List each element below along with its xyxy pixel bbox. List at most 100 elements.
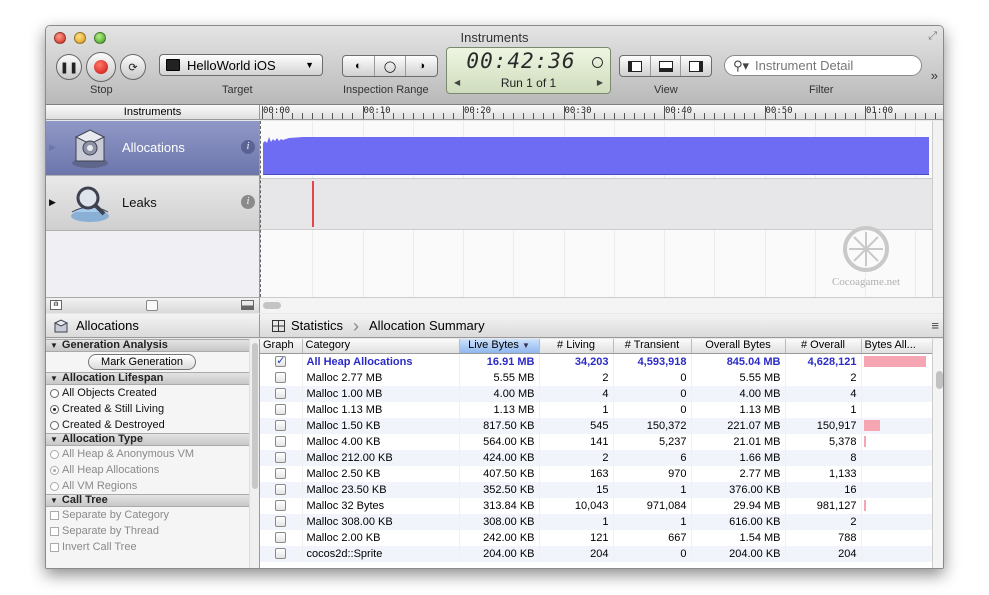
column-header-category[interactable]: Category <box>302 339 460 354</box>
detail-toggle-icon[interactable] <box>241 300 254 310</box>
ruler-tick <box>784 113 786 119</box>
graph-checkbox[interactable] <box>275 436 287 447</box>
table-row[interactable]: cocos2d::Sprite 204.00 KB 204 0 204.00 KB 204 <box>260 545 932 562</box>
ruler-tick <box>553 113 555 119</box>
graph-checkbox[interactable] <box>275 388 287 399</box>
mark-generation-button[interactable]: Mark Generation <box>88 354 196 370</box>
graph-checkbox[interactable] <box>275 404 287 415</box>
table-row[interactable]: Malloc 2.77 MB 5.55 MB 2 0 5.55 MB 2 <box>260 369 932 386</box>
invert-call-tree-checkbox[interactable]: Invert Call Tree <box>46 539 259 555</box>
column-header-living[interactable]: # Living <box>539 339 614 354</box>
graph-checkbox[interactable] <box>275 532 287 543</box>
breadcrumb-current[interactable]: Allocation Summary <box>369 318 485 333</box>
type-vm-regions-radio[interactable]: All VM Regions <box>46 478 259 494</box>
section-generation-analysis[interactable]: ▼ Generation Analysis <box>46 339 259 352</box>
leak-marker[interactable] <box>312 181 314 227</box>
table-row[interactable]: Malloc 1.50 KB 817.50 KB 545 150,372 221.07 … <box>260 417 932 434</box>
table-row[interactable]: Malloc 308.00 KB 308.00 KB 1 1 616.00 KB 2 <box>260 513 932 530</box>
lifespan-still-living-radio[interactable]: Created & Still Living <box>46 401 259 417</box>
timeline-scroll-thumb[interactable] <box>263 302 281 309</box>
column-header-transient[interactable]: # Transient <box>613 339 692 354</box>
table-row[interactable]: Malloc 23.50 KB 352.50 KB 15 1 376.00 KB 16 <box>260 481 932 498</box>
table-scroll-thumb[interactable] <box>936 371 943 389</box>
settings-scroll-thumb[interactable] <box>252 343 258 489</box>
type-heap-vm-radio[interactable]: All Heap & Anonymous VM <box>46 446 259 462</box>
graph-checkbox[interactable] <box>275 548 287 559</box>
bytes-allocated-bar <box>863 356 926 367</box>
view-bottom-button[interactable] <box>651 56 682 76</box>
range-end-button[interactable]: ◑ <box>406 56 437 76</box>
separate-by-category-checkbox[interactable]: Separate by Category <box>46 507 259 523</box>
graph-cell <box>260 385 303 402</box>
graph-cell <box>260 449 303 466</box>
graph-checkbox[interactable] <box>275 353 287 369</box>
clock-icon[interactable] <box>592 57 603 68</box>
library-icon[interactable]: ılı <box>50 300 62 310</box>
info-icon[interactable]: i <box>241 195 255 209</box>
living-cell: 545 <box>539 417 614 434</box>
instrument-detail-search[interactable]: ⚲▾ Instrument Detail <box>724 55 922 76</box>
section-call-tree[interactable]: ▼ Call Tree <box>46 494 259 507</box>
graph-checkbox[interactable] <box>275 516 287 527</box>
graph-checkbox[interactable] <box>275 468 287 479</box>
loop-button[interactable]: ⟳ <box>120 54 146 80</box>
separate-by-thread-checkbox[interactable]: Separate by Thread <box>46 523 259 539</box>
target-popup[interactable]: HelloWorld iOS ▼ <box>159 54 323 76</box>
ruler-tick <box>744 113 746 119</box>
pause-button[interactable]: ❚❚ <box>56 54 82 80</box>
timeline-scrollbar[interactable] <box>260 297 943 313</box>
range-clear-button[interactable]: ◯ <box>375 56 407 76</box>
ruler-tick <box>392 113 394 119</box>
record-stop-button[interactable] <box>86 52 116 82</box>
disclosure-triangle-icon[interactable]: ▶ <box>49 197 56 208</box>
graph-checkbox[interactable] <box>275 372 287 383</box>
info-icon[interactable]: i <box>241 140 255 154</box>
lifespan-all-objects-radio[interactable]: All Objects Created <box>46 385 259 401</box>
table-row[interactable]: Malloc 1.00 MB 4.00 MB 4 0 4.00 MB 4 <box>260 385 932 402</box>
column-header-graph[interactable]: Graph <box>260 339 303 354</box>
fullscreen-icon[interactable]: ⤢ <box>928 30 937 43</box>
next-run-icon[interactable]: ▶ <box>597 78 603 87</box>
track-scrollbar[interactable] <box>932 121 943 297</box>
playhead[interactable] <box>260 121 261 297</box>
table-scrollbar[interactable] <box>932 339 943 568</box>
graph-checkbox[interactable] <box>275 500 287 511</box>
column-header-overall[interactable]: # Overall <box>785 339 862 354</box>
target-value: HelloWorld iOS <box>187 57 276 73</box>
instrument-row-leaks[interactable]: ▶ Leaks i <box>46 176 259 231</box>
disclosure-triangle-icon[interactable]: ▶ <box>49 142 56 153</box>
range-start-button[interactable]: ◐ <box>343 56 375 76</box>
table-row[interactable]: Malloc 1.13 MB 1.13 MB 1 0 1.13 MB 1 <box>260 401 932 418</box>
toolbar-overflow-icon[interactable]: » <box>931 68 938 83</box>
column-header-live-bytes[interactable]: Live Bytes ▼ <box>459 339 540 354</box>
ruler-tick-label: 00:20 <box>464 106 492 116</box>
table-row[interactable]: Malloc 2.00 KB 242.00 KB 121 667 1.54 MB 788 <box>260 529 932 546</box>
table-row[interactable]: Malloc 32 Bytes 313.84 KB 10,043 971,084 29.… <box>260 497 932 514</box>
timeline-ruler[interactable]: 00:00 00:10 00:20 00:30 00:40 00:50 01:00 <box>260 105 943 120</box>
statistics-grid-icon[interactable] <box>272 319 285 332</box>
table-row[interactable]: Malloc 4.00 KB 564.00 KB 141 5,237 21.01 MB 5… <box>260 433 932 450</box>
column-header-bytes-allocated[interactable]: Bytes All... <box>861 339 932 354</box>
disclosure-down-icon: ▼ <box>50 435 58 444</box>
lifespan-destroyed-radio[interactable]: Created & Destroyed <box>46 417 259 433</box>
column-header-overall-bytes[interactable]: Overall Bytes <box>691 339 786 354</box>
graph-checkbox[interactable] <box>275 452 287 463</box>
settings-scrollbar[interactable] <box>249 339 259 568</box>
table-row[interactable]: All Heap Allocations16.91 MB34,2034,593,… <box>260 353 932 370</box>
popup-arrow-icon: ▼ <box>305 60 314 70</box>
graph-checkbox[interactable] <box>275 484 287 495</box>
list-menu-icon[interactable]: ≡ <box>931 318 939 333</box>
section-allocation-type[interactable]: ▼ Allocation Type <box>46 433 259 446</box>
graph-cell <box>260 401 303 418</box>
table-row[interactable]: Malloc 212.00 KB 424.00 KB 2 6 1.66 MB 8 <box>260 449 932 466</box>
instrument-row-allocations[interactable]: ▶ Allocations i <box>46 121 259 176</box>
section-allocation-lifespan[interactable]: ▼ Allocation Lifespan <box>46 372 259 385</box>
bytes-allocated-cell <box>861 465 932 482</box>
view-right-button[interactable] <box>681 56 711 76</box>
view-mode-crumb[interactable]: Statistics <box>291 318 343 333</box>
trash-icon[interactable] <box>146 300 158 311</box>
table-row[interactable]: Malloc 2.50 KB 407.50 KB 163 970 2.77 MB 1,13… <box>260 465 932 482</box>
type-heap-radio[interactable]: All Heap Allocations <box>46 462 259 478</box>
view-left-button[interactable] <box>620 56 651 76</box>
graph-checkbox[interactable] <box>275 420 287 431</box>
